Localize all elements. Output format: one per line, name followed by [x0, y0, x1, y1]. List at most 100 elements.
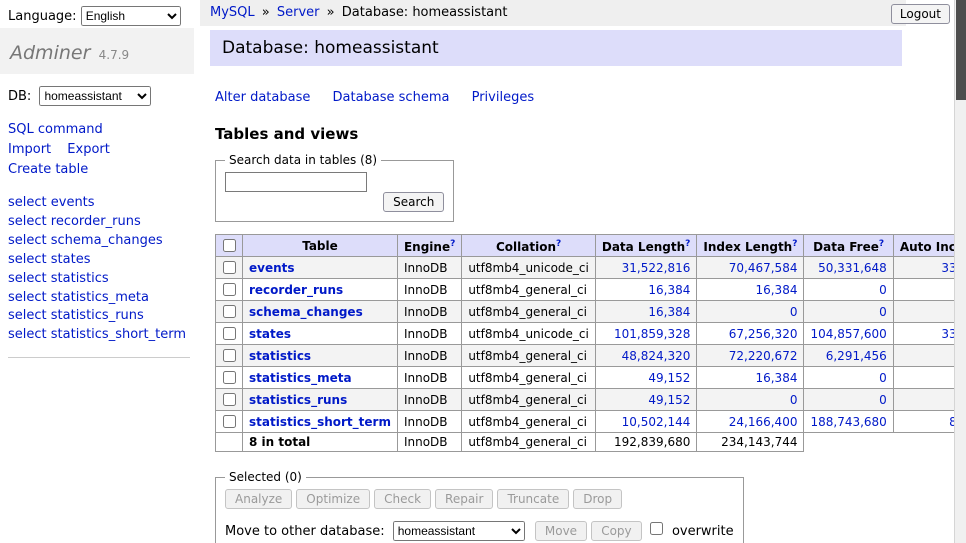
app-title: Adminer 4.7.9 — [0, 28, 194, 74]
sidebar-table-link-select-events[interactable]: select events — [8, 194, 190, 213]
sidebar-table-link-select-statistics-short-term[interactable]: select statistics_short_term — [8, 326, 190, 345]
nav-link-database-schema[interactable]: Database schema — [333, 90, 450, 105]
row-checkbox[interactable] — [223, 283, 236, 296]
row-checkbox[interactable] — [223, 305, 236, 318]
table-link-statistics-meta[interactable]: statistics_meta — [249, 371, 352, 385]
move-button[interactable]: Move — [535, 521, 587, 541]
help-link[interactable]: ? — [685, 239, 690, 249]
selected-fieldset: Selected (0) AnalyzeOptimizeCheckRepairT… — [215, 470, 744, 543]
row-checkbox[interactable] — [223, 349, 236, 362]
help-link[interactable]: ? — [792, 239, 797, 249]
help-link[interactable]: ? — [556, 239, 561, 249]
engine-cell: InnoDB — [397, 323, 461, 345]
table-row-states: statesInnoDButf8mb4_unicode_ci101,859,32… — [216, 323, 966, 345]
breadcrumb-mysql-link[interactable]: MySQL — [210, 5, 255, 20]
data-length-cell: 16,384 — [595, 301, 697, 323]
total-label-cell: 8 in total — [243, 433, 398, 452]
column-header-data-free: Data Free? — [804, 235, 893, 257]
optimize-button[interactable]: Optimize — [296, 489, 370, 509]
selected-actions: AnalyzeOptimizeCheckRepairTruncateDrop — [225, 489, 734, 509]
table-name-cell: statistics_meta — [243, 367, 398, 389]
table-name-cell: states — [243, 323, 398, 345]
help-link[interactable]: ? — [879, 239, 884, 249]
row-checkbox[interactable] — [223, 393, 236, 406]
overwrite-label[interactable]: overwrite — [672, 524, 734, 539]
row-checkbox[interactable] — [223, 261, 236, 274]
language-bar: Language: English — [8, 6, 181, 26]
table-name-cell: statistics — [243, 345, 398, 367]
row-checkbox[interactable] — [223, 371, 236, 384]
column-header-index-length: Index Length? — [697, 235, 804, 257]
page-scrollbar[interactable] — [954, 0, 966, 543]
total-collation-cell: utf8mb4_general_ci — [462, 433, 596, 452]
move-label: Move to other database: — [225, 524, 385, 539]
data-free-cell: 50,331,648 — [804, 257, 893, 279]
sidebar-table-link-select-statistics-runs[interactable]: select statistics_runs — [8, 307, 190, 326]
sidebar-link-import[interactable]: Import — [8, 142, 51, 157]
total-data-length-cell: 192,839,680 — [595, 433, 697, 452]
row-checkbox-cell — [216, 389, 243, 411]
table-link-statistics-short-term[interactable]: statistics_short_term — [249, 415, 391, 429]
repair-button[interactable]: Repair — [435, 489, 493, 509]
row-checkbox-cell — [216, 323, 243, 345]
column-header-label: Index Length — [703, 240, 792, 254]
table-row-statistics-meta: statistics_metaInnoDButf8mb4_general_ci4… — [216, 367, 966, 389]
overwrite-checkbox[interactable] — [650, 522, 663, 535]
move-db-select[interactable]: homeassistant — [393, 521, 525, 541]
db-select[interactable]: homeassistant — [39, 86, 151, 106]
table-name-cell: recorder_runs — [243, 279, 398, 301]
table-name-cell: events — [243, 257, 398, 279]
search-input[interactable] — [225, 172, 367, 192]
app-name: Adminer — [10, 42, 90, 64]
table-link-recorder-runs[interactable]: recorder_runs — [249, 283, 343, 297]
engine-cell: InnoDB — [397, 411, 461, 433]
page-title: Database: homeassistant — [210, 30, 902, 66]
sidebar-table-link-select-statistics-meta[interactable]: select statistics_meta — [8, 289, 190, 308]
data-length-cell: 49,152 — [595, 389, 697, 411]
language-select[interactable]: English — [81, 6, 181, 26]
select-all-checkbox[interactable] — [223, 239, 236, 252]
logout-button[interactable]: Logout — [891, 4, 950, 24]
row-checkbox-cell — [216, 257, 243, 279]
scrollbar-thumb[interactable] — [956, 0, 966, 100]
sidebar-link-export[interactable]: Export — [67, 142, 110, 157]
drop-button[interactable]: Drop — [573, 489, 622, 509]
sidebar-link-create-table[interactable]: Create table — [8, 162, 88, 177]
row-checkbox[interactable] — [223, 415, 236, 428]
tables-heading: Tables and views — [215, 125, 902, 143]
column-header-collation: Collation? — [462, 235, 596, 257]
data-free-cell: 6,291,456 — [804, 345, 893, 367]
row-checkbox[interactable] — [223, 327, 236, 340]
data-free-cell: 0 — [804, 367, 893, 389]
sidebar-link-sql-command[interactable]: SQL command — [8, 122, 103, 137]
sidebar: Adminer 4.7.9 DB: homeassistant SQL comm… — [0, 28, 194, 370]
help-link[interactable]: ? — [450, 239, 455, 249]
select-all-header-cell — [216, 235, 243, 257]
table-link-events[interactable]: events — [249, 261, 295, 275]
table-link-statistics[interactable]: statistics — [249, 349, 311, 363]
data-length-cell: 48,824,320 — [595, 345, 697, 367]
nav-link-alter-database[interactable]: Alter database — [215, 90, 310, 105]
nav-link-privileges[interactable]: Privileges — [472, 90, 535, 105]
sidebar-table-link-select-states[interactable]: select states — [8, 251, 190, 270]
truncate-button[interactable]: Truncate — [497, 489, 569, 509]
collation-cell: utf8mb4_general_ci — [462, 411, 596, 433]
search-button[interactable]: Search — [383, 192, 444, 212]
table-link-schema-changes[interactable]: schema_changes — [249, 305, 363, 319]
breadcrumb-server-link[interactable]: Server — [277, 5, 320, 20]
tables-list-table: TableEngine?Collation?Data Length?Index … — [215, 234, 966, 452]
table-link-statistics-runs[interactable]: statistics_runs — [249, 393, 347, 407]
table-name-cell: statistics_runs — [243, 389, 398, 411]
table-link-states[interactable]: states — [249, 327, 291, 341]
table-row-schema-changes: schema_changesInnoDButf8mb4_general_ci16… — [216, 301, 966, 323]
sidebar-table-link-select-schema-changes[interactable]: select schema_changes — [8, 232, 190, 251]
sidebar-table-link-select-statistics[interactable]: select statistics — [8, 270, 190, 289]
table-row-statistics: statisticsInnoDButf8mb4_general_ci48,824… — [216, 345, 966, 367]
table-row-recorder-runs: recorder_runsInnoDButf8mb4_general_ci16,… — [216, 279, 966, 301]
copy-button[interactable]: Copy — [591, 521, 641, 541]
analyze-button[interactable]: Analyze — [225, 489, 292, 509]
check-button[interactable]: Check — [374, 489, 431, 509]
column-header-engine: Engine? — [397, 235, 461, 257]
sidebar-table-link-select-recorder-runs[interactable]: select recorder_runs — [8, 213, 190, 232]
language-label: Language: — [8, 9, 77, 24]
